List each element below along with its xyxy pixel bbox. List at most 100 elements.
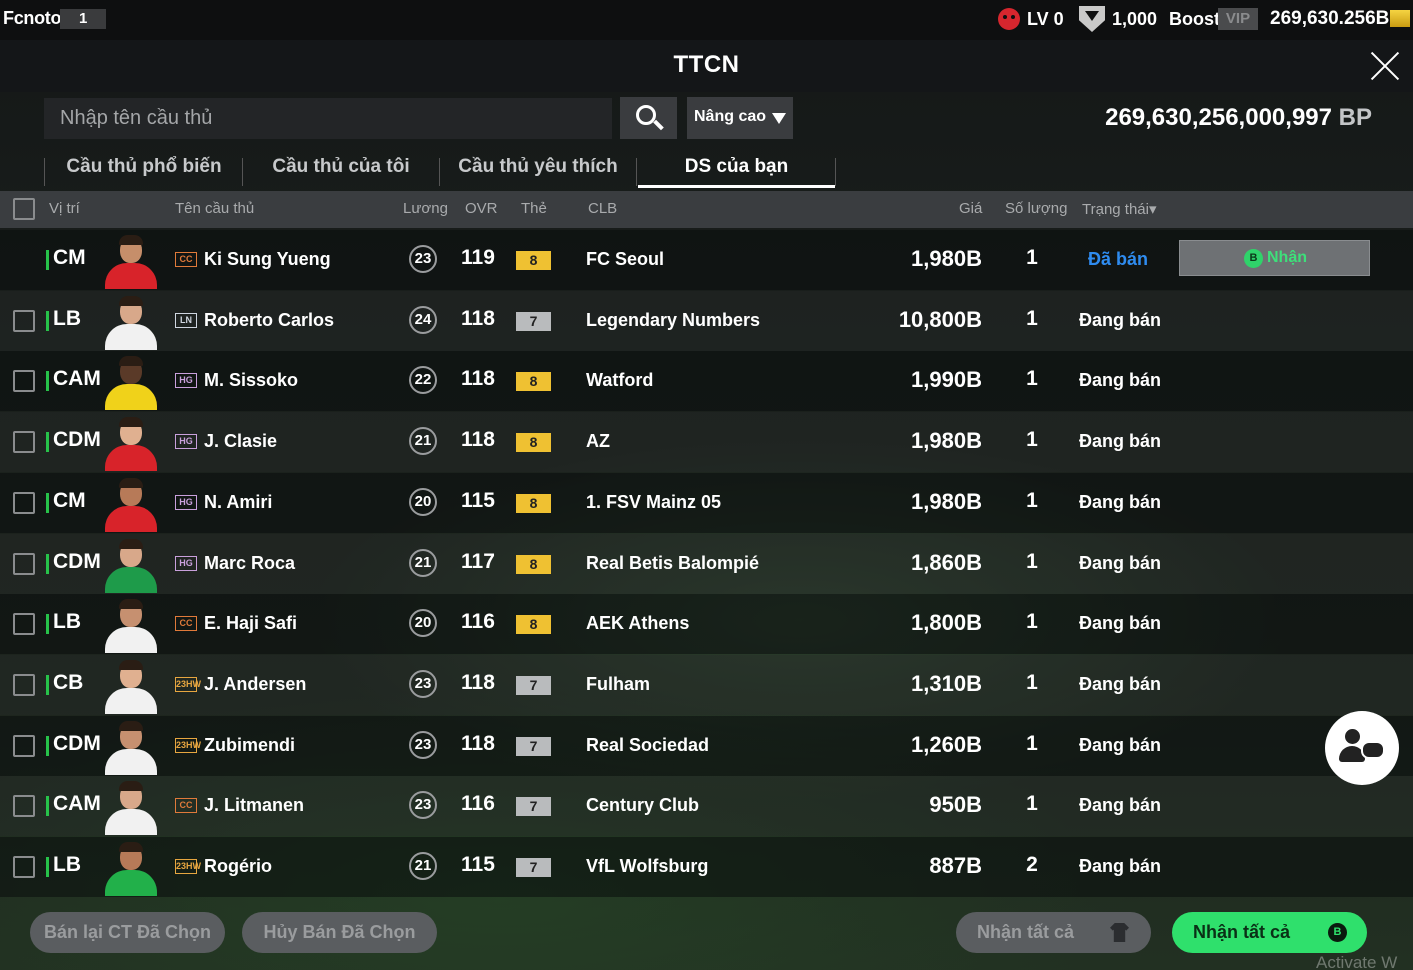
player-name: Ki Sung Yueng bbox=[204, 249, 331, 269]
player-position: CDM bbox=[53, 428, 101, 452]
listing-status: Đang bán bbox=[1079, 431, 1162, 452]
tab-favorite-players[interactable]: Cầu thủ yêu thích bbox=[440, 146, 636, 188]
tab-popular-players[interactable]: Cầu thủ phổ biến bbox=[46, 146, 242, 188]
header-card: Thẻ bbox=[521, 200, 547, 217]
tab-your-list[interactable]: DS của bạn bbox=[638, 146, 835, 188]
bp-total-unit: BP bbox=[1338, 104, 1372, 131]
table-row[interactable]: LB CC E. Haji Safi 20 116 8 AEK Athens 1,800B 1 Đ… bbox=[0, 594, 1413, 655]
table-row[interactable]: CM CC Ki Sung Yueng 23 119 8 FC Seoul 1,980B 1 Đã… bbox=[0, 230, 1413, 290]
player-ovr: 118 bbox=[461, 428, 495, 452]
vip-badge[interactable]: VIP bbox=[1218, 8, 1258, 30]
player-price: 1,800B bbox=[911, 610, 982, 636]
player-ovr: 115 bbox=[461, 488, 495, 512]
row-checkbox[interactable] bbox=[13, 734, 35, 757]
upgrade-level-badge: 7 bbox=[516, 858, 551, 877]
upgrade-level-badge: 8 bbox=[516, 251, 551, 270]
salary-badge: 21 bbox=[409, 427, 437, 456]
salary-badge: 22 bbox=[409, 366, 437, 395]
cancel-selected-button[interactable]: Hủy Bán Đã Chọn bbox=[242, 912, 437, 953]
table-row[interactable]: CAM HG M. Sissoko 22 118 8 Watford 1,990B 1 Đang … bbox=[0, 351, 1413, 412]
player-name: N. Amiri bbox=[204, 491, 273, 512]
header-salary: Lương bbox=[403, 200, 448, 217]
player-ovr: 116 bbox=[461, 610, 495, 634]
row-checkbox[interactable] bbox=[13, 795, 35, 818]
table-row[interactable]: LB LN Roberto Carlos 24 118 7 Legendary Number… bbox=[0, 290, 1413, 351]
player-price: 1,980B bbox=[911, 428, 982, 454]
player-ovr: 118 bbox=[461, 670, 495, 694]
table-row[interactable]: CAM CC J. Litmanen 23 116 7 Century Club 950B 1 Đ… bbox=[0, 776, 1413, 837]
receive-all-gray-button[interactable]: Nhận tất cả bbox=[956, 912, 1151, 953]
salary-badge: 21 bbox=[409, 852, 437, 880]
listing-status: Đang bán bbox=[1079, 309, 1162, 330]
gold-bar-icon bbox=[1390, 10, 1410, 27]
player-avatar bbox=[103, 415, 159, 472]
position-indicator bbox=[46, 796, 49, 817]
row-checkbox[interactable] bbox=[13, 613, 35, 636]
table-row[interactable]: CDM 23HW Zubimendi 23 118 7 Real Sociedad 1,260… bbox=[0, 715, 1413, 776]
player-position: CM bbox=[53, 488, 86, 512]
player-name: M. Sissoko bbox=[204, 370, 299, 391]
chat-button[interactable] bbox=[1325, 711, 1399, 785]
player-avatar bbox=[103, 537, 159, 593]
tab-my-players[interactable]: Cầu thủ của tôi bbox=[243, 146, 439, 188]
salary-badge: 24 bbox=[409, 305, 437, 334]
season-badge: HG bbox=[175, 434, 197, 450]
row-checkbox[interactable] bbox=[13, 552, 35, 575]
chevron-down-icon bbox=[772, 113, 786, 124]
row-checkbox[interactable] bbox=[13, 491, 35, 514]
windows-activation-watermark: Activate W bbox=[1316, 953, 1398, 970]
select-all-checkbox[interactable] bbox=[13, 198, 35, 220]
season-badge: HG bbox=[175, 555, 197, 571]
close-icon[interactable] bbox=[1368, 49, 1402, 83]
player-club: 1. FSV Mainz 05 bbox=[586, 491, 722, 512]
row-checkbox[interactable] bbox=[13, 370, 35, 393]
player-ovr: 118 bbox=[461, 306, 495, 330]
player-price: 950B bbox=[929, 792, 982, 818]
salary-badge: 23 bbox=[409, 730, 437, 759]
resell-selected-button[interactable]: Bán lại CT Đã Chọn bbox=[30, 912, 225, 953]
table-row[interactable]: CB 23HW J. Andersen 23 118 7 Fulham 1,310B 1 Đang… bbox=[0, 654, 1413, 715]
player-avatar bbox=[103, 597, 159, 654]
position-indicator bbox=[46, 432, 49, 453]
player-price: 1,990B bbox=[911, 367, 982, 393]
level-face-icon bbox=[998, 8, 1020, 30]
row-checkbox[interactable] bbox=[13, 856, 35, 878]
player-position: CB bbox=[53, 670, 84, 694]
row-checkbox[interactable] bbox=[13, 431, 35, 454]
header-status[interactable]: Trạng thái▾ bbox=[1082, 200, 1157, 218]
row-checkbox[interactable] bbox=[13, 309, 35, 332]
advanced-filter-button[interactable]: Nâng cao bbox=[687, 97, 793, 139]
table-row[interactable]: LB 23HW Rogério 21 115 7 VfL Wolfsburg 887B 2 Đan… bbox=[0, 837, 1413, 897]
search-input[interactable] bbox=[44, 98, 612, 139]
player-ovr: 117 bbox=[461, 549, 495, 573]
player-avatar bbox=[103, 476, 159, 532]
tab-divider bbox=[835, 158, 836, 186]
position-indicator bbox=[46, 250, 49, 270]
upgrade-level-badge: 7 bbox=[516, 797, 551, 817]
player-name: Roberto Carlos bbox=[204, 309, 335, 330]
header-quantity: Số lượng bbox=[1005, 200, 1068, 217]
player-quantity: 1 bbox=[1026, 670, 1038, 694]
salary-badge: 23 bbox=[409, 245, 437, 273]
player-club: VfL Wolfsburg bbox=[586, 856, 709, 876]
listing-status: Đang bán bbox=[1079, 613, 1162, 634]
player-club: Watford bbox=[586, 370, 654, 391]
row-checkbox[interactable] bbox=[13, 673, 35, 696]
player-name: Rogério bbox=[204, 856, 273, 876]
player-price: 1,260B bbox=[911, 731, 982, 757]
season-badge: HG bbox=[175, 494, 197, 510]
search-button[interactable] bbox=[620, 97, 677, 139]
salary-badge: 23 bbox=[409, 791, 437, 820]
receive-all-button[interactable]: Nhận tất cả B bbox=[1172, 912, 1367, 953]
boost-label[interactable]: Boost bbox=[1169, 9, 1220, 30]
tab-divider bbox=[44, 158, 45, 186]
brand-name: Fcnoto bbox=[3, 8, 62, 28]
position-indicator bbox=[46, 674, 49, 695]
upgrade-level-badge: 7 bbox=[516, 311, 551, 331]
bp-coin-icon: B bbox=[1244, 249, 1263, 268]
receive-button[interactable]: B Nhận bbox=[1179, 240, 1370, 276]
table-row[interactable]: CDM HG J. Clasie 21 118 8 AZ 1,980B 1 Đang bán bbox=[0, 412, 1413, 473]
table-row[interactable]: CM HG N. Amiri 20 115 8 1. FSV Mainz 05 1,980B 1… bbox=[0, 472, 1413, 533]
player-position: CDM bbox=[53, 549, 101, 573]
table-row[interactable]: CDM HG Marc Roca 21 117 8 Real Betis Balompié 1… bbox=[0, 533, 1413, 594]
